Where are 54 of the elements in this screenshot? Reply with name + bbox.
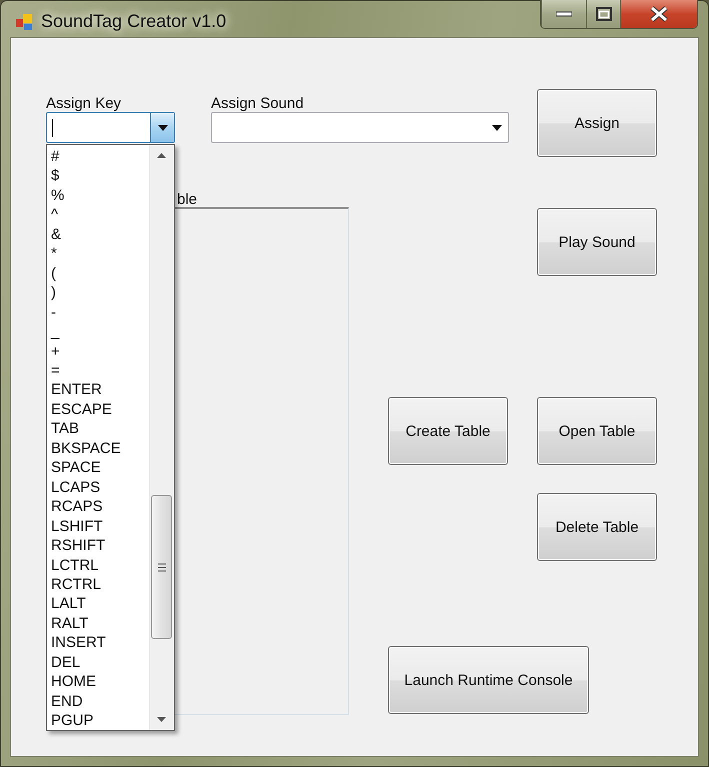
list-option[interactable]: RSHIFT <box>47 536 149 556</box>
list-option[interactable]: PGUP <box>47 711 149 730</box>
create-table-button[interactable]: Create Table <box>388 397 508 465</box>
list-option[interactable]: - <box>47 302 149 322</box>
close-icon <box>649 6 669 22</box>
dropdown-arrow-icon <box>158 124 168 130</box>
list-option[interactable]: ( <box>47 264 149 284</box>
group-title: ble <box>176 192 198 207</box>
list-option[interactable]: END <box>47 692 149 712</box>
assign-button[interactable]: Assign <box>537 89 657 157</box>
minimize-button[interactable] <box>541 0 586 28</box>
list-option[interactable]: LCAPS <box>47 478 149 498</box>
scroll-thumb[interactable] <box>151 495 172 639</box>
list-option[interactable]: = <box>47 360 149 380</box>
list-option[interactable]: SPACE <box>47 458 149 478</box>
list-option[interactable]: LCTRL <box>47 556 149 575</box>
assign-key-combo[interactable] <box>46 112 175 143</box>
list-option[interactable]: LSHIFT <box>47 516 149 536</box>
list-option[interactable]: # <box>47 147 149 166</box>
list-option[interactable]: BKSPACE <box>47 438 149 458</box>
list-option[interactable]: RALT <box>47 614 149 634</box>
play-sound-button[interactable]: Play Sound <box>537 208 657 276</box>
list-option[interactable]: $ <box>47 166 149 186</box>
maximize-icon <box>596 7 612 21</box>
scrollbar[interactable] <box>149 145 174 730</box>
list-option[interactable]: ESCAPE <box>47 400 149 420</box>
scroll-down-icon[interactable] <box>157 717 166 722</box>
list-option[interactable]: RCTRL <box>47 574 149 594</box>
field-label: Assign Key <box>46 97 122 110</box>
list-option[interactable]: & <box>47 224 149 244</box>
list-option[interactable]: ENTER <box>47 380 149 400</box>
list-option[interactable]: INSERT <box>47 633 149 653</box>
list-option[interactable]: RCAPS <box>47 497 149 517</box>
list-option[interactable]: % <box>47 186 149 206</box>
maximize-button[interactable] <box>586 0 620 28</box>
list-option[interactable]: _ <box>47 322 149 342</box>
list-option[interactable]: + <box>47 342 149 361</box>
delete-table-button[interactable]: Delete Table <box>537 493 657 561</box>
list-option[interactable]: ^ <box>47 205 149 225</box>
scroll-up-icon[interactable] <box>157 153 166 158</box>
list-option[interactable]: TAB <box>47 419 149 439</box>
list-option[interactable]: HOME <box>47 672 149 692</box>
field-label: Assign Sound <box>211 97 305 110</box>
close-button[interactable] <box>620 0 697 28</box>
launch-console-button[interactable]: Launch Runtime Console <box>388 646 589 714</box>
dropdown-arrow-icon <box>492 124 502 130</box>
list-option[interactable]: ) <box>47 283 149 303</box>
minimize-icon <box>556 11 572 17</box>
list-option[interactable]: LALT <box>47 594 149 614</box>
window-title: SoundTag Creator v1.0 <box>41 11 226 32</box>
list-option[interactable]: * <box>47 244 149 264</box>
open-table-button[interactable]: Open Table <box>537 397 657 465</box>
app-icon <box>15 13 35 33</box>
list-option[interactable]: DEL <box>47 652 149 672</box>
